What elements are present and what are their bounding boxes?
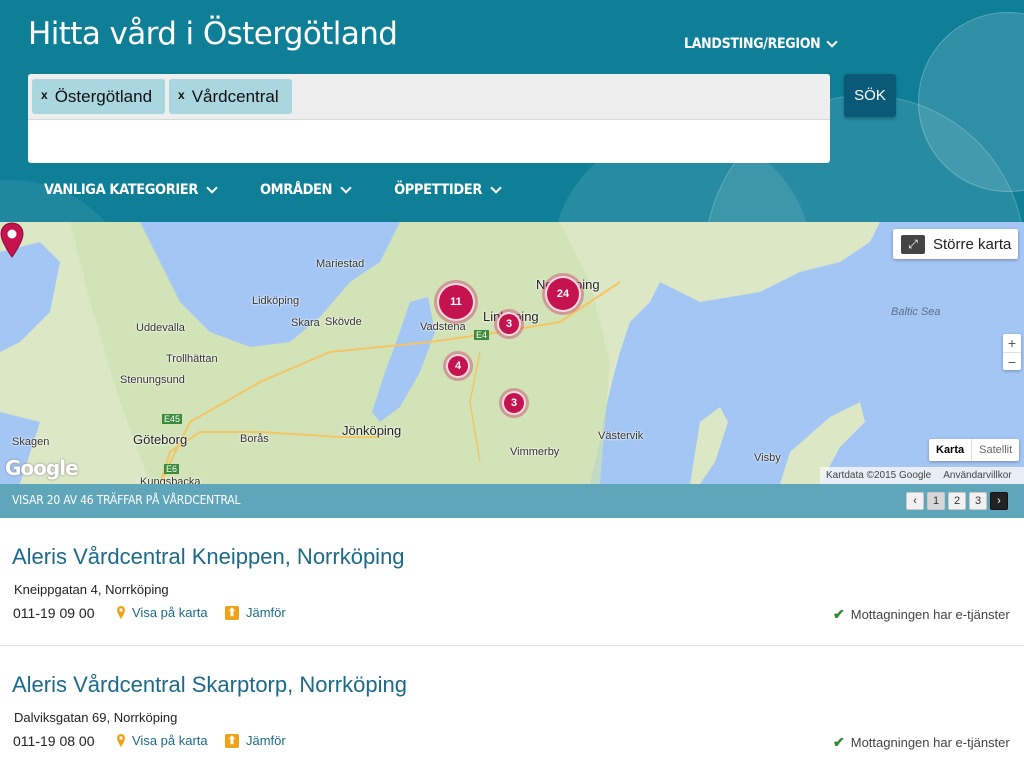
result-phone: 011-19 09 00 [13, 605, 95, 621]
check-icon: ✔ [833, 606, 845, 622]
map-type-map-button[interactable]: Karta [929, 439, 971, 461]
map-attribution: Kartdata ©2015 Google Användarvillkor [820, 467, 1024, 484]
category-nav: VANLIGA KATEGORIER OMRÅDEN ÖPPETTIDER [44, 182, 502, 198]
nav-label: ÖPPETTIDER [394, 182, 482, 198]
result-address: Dalviksgatan 69, Norrköping [14, 710, 178, 725]
eservice-indicator: ✔ Mottagningen har e-tjänster [833, 606, 1010, 623]
search-tag-ostergotland[interactable]: x Östergötland [32, 79, 166, 114]
search-tags: x Östergötland x Vårdcentral [28, 74, 830, 120]
road-e4: E4 [474, 330, 490, 340]
chevron-down-icon [340, 182, 352, 194]
show-on-map-link[interactable]: Visa på karta [117, 605, 208, 620]
results-bar: VISAR 20 AV 46 TRÄFFAR PÅ VÅRDCENTRAL ‹ … [0, 484, 1024, 518]
map-label-skara: Skara [291, 317, 320, 329]
map-label-lidkoping: Lidköping [252, 295, 300, 307]
road-e6: E6 [164, 464, 180, 474]
region-dropdown[interactable]: LANDSTING/REGION [684, 36, 839, 52]
chevron-down-icon [206, 182, 218, 194]
map[interactable]: Mariestad Lidköping Uddevalla Skara Sköv… [0, 222, 1024, 484]
map-pin-icon [117, 734, 125, 747]
compare-label: Jämför [246, 605, 286, 620]
map-label-visby: Visby [754, 452, 781, 464]
compare-icon: ⬆ [225, 733, 239, 748]
compare-link[interactable]: ⬆ Jämför [225, 605, 286, 620]
map-label-stenungsund: Stenungsund [120, 374, 185, 386]
bigger-map-button[interactable]: ⤢ Större karta [893, 229, 1018, 259]
eservice-label: Mottagningen har e-tjänster [850, 735, 1010, 750]
search-box: x Östergötland x Vårdcentral [28, 74, 830, 163]
search-tag-label: Vårdcentral [191, 86, 279, 106]
show-on-map-label: Visa på karta [132, 605, 208, 620]
nav-areas[interactable]: OMRÅDEN [259, 182, 352, 198]
next-page-button[interactable]: › [990, 492, 1008, 510]
google-logo: Google [5, 456, 79, 480]
compare-label: Jämför [246, 733, 286, 748]
page-button-3[interactable]: 3 [969, 492, 987, 510]
nav-opening-hours[interactable]: ÖPPETTIDER [394, 182, 502, 198]
map-label-goteborg: Göteborg [133, 432, 188, 447]
map-cluster[interactable]: 3 [497, 312, 521, 336]
map-label-vimmerby: Vimmerby [510, 446, 560, 458]
nav-label: OMRÅDEN [259, 182, 333, 198]
attribution-text: Kartdata ©2015 Google [826, 470, 932, 481]
road-e45: E45 [162, 414, 183, 424]
result-item: Aleris Vårdcentral Kneippen, Norrköping … [0, 518, 1024, 646]
expand-icon: ⤢ [901, 234, 925, 254]
map-label-mariestad: Mariestad [316, 258, 365, 270]
eservice-label: Mottagningen har e-tjänster [850, 607, 1010, 622]
zoom-control: + − [1003, 334, 1021, 370]
search-button[interactable]: SÖK [844, 74, 896, 117]
map-pin-icon [117, 606, 125, 619]
map-label-sea: Baltic Sea [891, 306, 941, 318]
show-on-map-label: Visa på karta [132, 733, 208, 748]
map-label-kungsbacka: Kungsbacka [140, 476, 201, 484]
map-label-vastervik: Västervik [598, 430, 644, 442]
nav-label: VANLIGA KATEGORIER [44, 182, 198, 198]
chevron-down-icon [826, 36, 839, 48]
page-title: Hitta vård i Östergötland [28, 16, 398, 52]
pagination: ‹ 1 2 3 › [906, 492, 1008, 510]
map-label-trollhattan: Trollhättan [166, 353, 218, 365]
prev-page-button[interactable]: ‹ [906, 492, 924, 510]
map-cluster[interactable]: 4 [446, 354, 470, 378]
map-cluster[interactable]: 11 [437, 283, 475, 321]
map-marker-icon[interactable] [0, 222, 24, 258]
map-label-skagen: Skagen [12, 436, 50, 448]
search-tag-vardcentral[interactable]: x Vårdcentral [169, 79, 292, 114]
results-summary: VISAR 20 AV 46 TRÄFFAR PÅ VÅRDCENTRAL [12, 493, 241, 507]
page-button-1[interactable]: 1 [927, 492, 945, 510]
remove-tag-icon[interactable]: x [41, 88, 48, 102]
search-tag-label: Östergötland [54, 86, 153, 106]
map-cluster[interactable]: 24 [545, 276, 581, 312]
remove-tag-icon[interactable]: x [178, 88, 185, 102]
compare-link[interactable]: ⬆ Jämför [225, 733, 286, 748]
show-on-map-link[interactable]: Visa på karta [117, 733, 208, 748]
check-icon: ✔ [833, 734, 845, 750]
map-label-vadstena: Vadstena [420, 321, 466, 333]
map-type-control: Karta Satellit [929, 439, 1020, 461]
bigger-map-label: Större karta [933, 235, 1012, 253]
result-address: Kneippgatan 4, Norrköping [14, 582, 169, 597]
eservice-indicator: ✔ Mottagningen har e-tjänster [833, 734, 1010, 751]
map-cluster[interactable]: 3 [502, 391, 526, 415]
chevron-down-icon [490, 182, 502, 194]
site-header: Hitta vård i Östergötland LANDSTING/REGI… [0, 0, 1024, 222]
map-label-uddevalla: Uddevalla [136, 322, 185, 334]
result-item: Aleris Vårdcentral Skarptorp, Norrköping… [0, 646, 1024, 774]
page-button-2[interactable]: 2 [948, 492, 966, 510]
nav-common-categories[interactable]: VANLIGA KATEGORIER [44, 182, 218, 198]
search-input[interactable] [28, 120, 830, 162]
region-dropdown-label: LANDSTING/REGION [684, 36, 821, 52]
zoom-out-button[interactable]: − [1003, 352, 1021, 370]
map-label-boras: Borås [240, 433, 269, 445]
result-phone: 011-19 08 00 [13, 733, 95, 749]
compare-icon: ⬆ [225, 605, 239, 620]
zoom-in-button[interactable]: + [1003, 334, 1021, 352]
result-title-link[interactable]: Aleris Vårdcentral Kneippen, Norrköping [12, 544, 405, 570]
map-type-satellite-button[interactable]: Satellit [971, 439, 1019, 461]
map-label-jonkoping: Jönköping [342, 423, 402, 438]
result-title-link[interactable]: Aleris Vårdcentral Skarptorp, Norrköping [12, 672, 407, 698]
map-label-skovde: Skövde [325, 316, 362, 328]
terms-link[interactable]: Användarvillkor [943, 470, 1011, 481]
